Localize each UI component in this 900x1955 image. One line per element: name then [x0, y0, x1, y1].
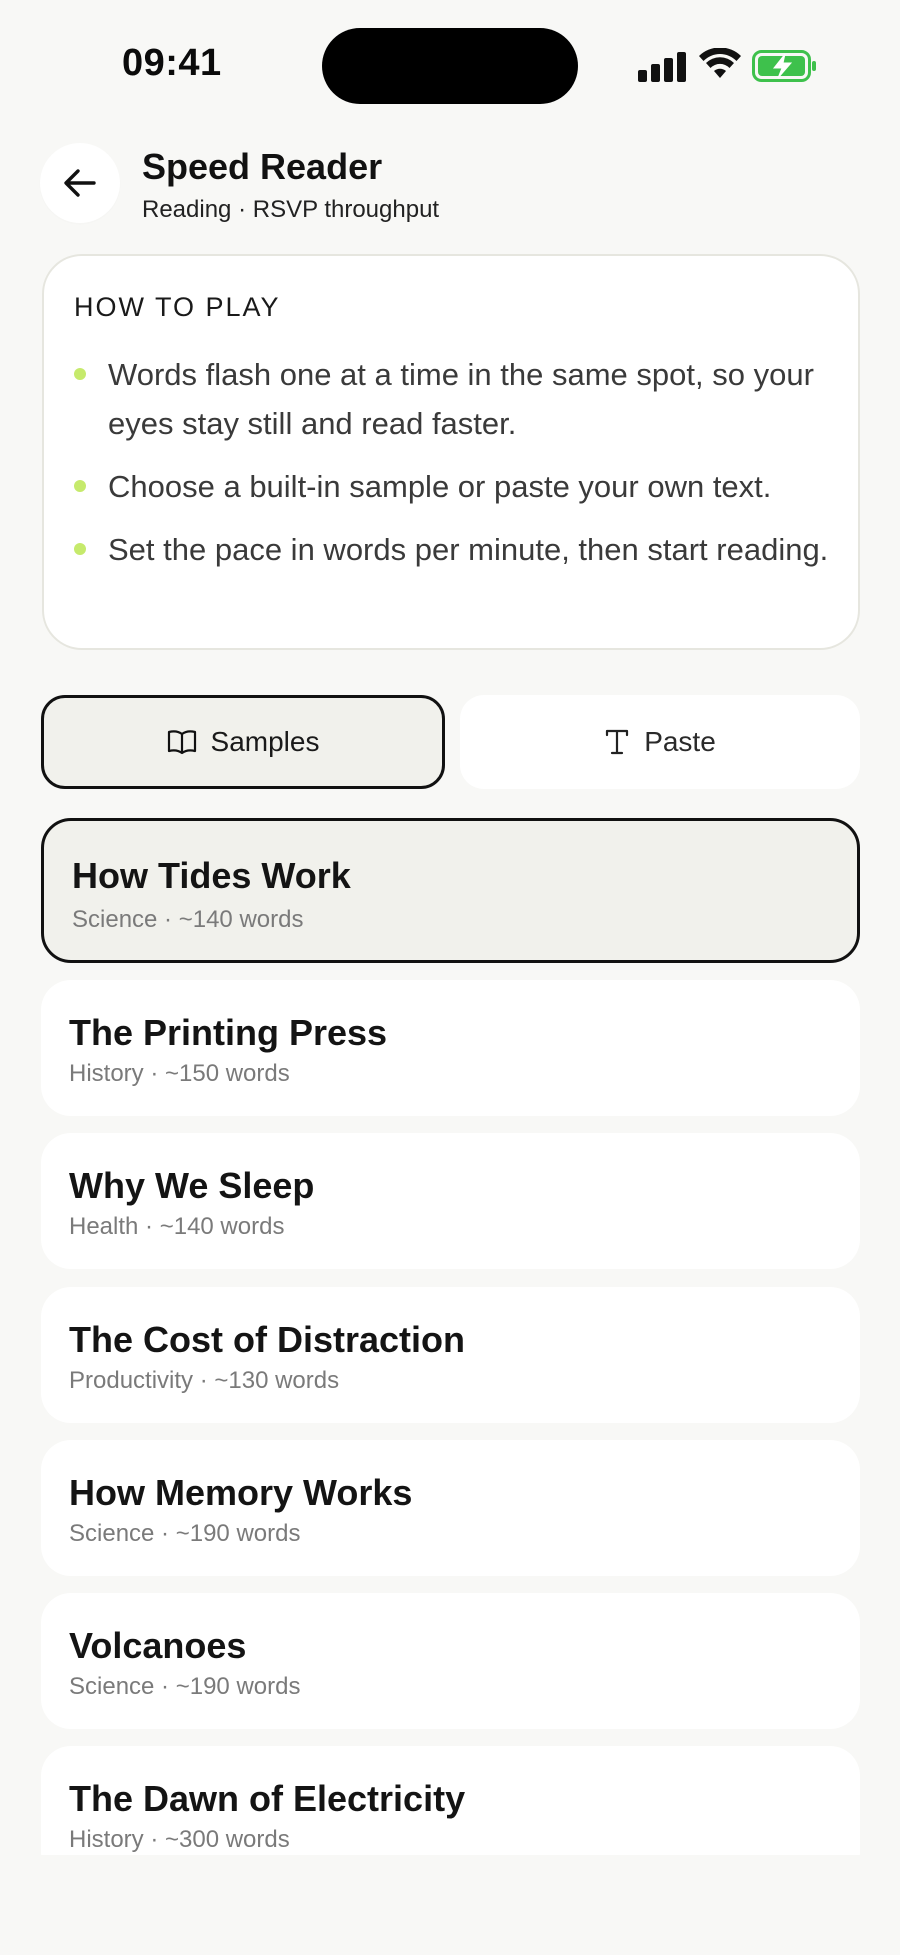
- bullet-dot-icon: [74, 368, 86, 380]
- book-open-icon: [167, 730, 196, 755]
- tab-samples-label: Samples: [210, 726, 320, 757]
- page-title: Speed Reader: [142, 146, 383, 187]
- how-to-play-text: Set the pace in words per minute, then s…: [108, 532, 829, 567]
- speed-reader-screen: 09:41 Speed Reader Reading · RSVP throug…: [0, 0, 900, 1955]
- sample-item-why-we-sleep[interactable]: Why We Sleep Health · ~140 words: [41, 1133, 860, 1269]
- sample-item-how-tides-work[interactable]: How Tides Work Science · ~140 words: [41, 818, 860, 963]
- sample-meta: Science · ~190 words: [69, 1673, 301, 1700]
- how-to-play-list: Words flash one at a time in the same sp…: [74, 350, 844, 588]
- bullet-dot-icon: [74, 480, 86, 492]
- how-to-play-item: Set the pace in words per minute, then s…: [74, 525, 844, 574]
- cellular-signal-icon: [638, 52, 686, 82]
- sample-meta: Science · ~190 words: [69, 1520, 301, 1547]
- how-to-play-text: Words flash one at a time in the same sp…: [108, 357, 814, 441]
- sample-item-how-memory-works[interactable]: How Memory Works Science · ~190 words: [41, 1440, 860, 1576]
- tab-paste[interactable]: Paste: [460, 695, 860, 789]
- scroll-clip-area: [0, 1855, 900, 1955]
- sample-meta: History · ~300 words: [69, 1826, 290, 1853]
- sample-title: How Tides Work: [72, 855, 351, 896]
- tab-paste-label: Paste: [644, 726, 716, 757]
- battery-charging-icon: [752, 50, 816, 82]
- status-bar: 09:41: [0, 0, 900, 130]
- bullet-dot-icon: [74, 543, 86, 555]
- how-to-play-text: Choose a built-in sample or paste your o…: [108, 469, 772, 504]
- sample-item-the-printing-press[interactable]: The Printing Press History · ~150 words: [41, 980, 860, 1116]
- sample-title: How Memory Works: [69, 1472, 413, 1513]
- page-subtitle: Reading · RSVP throughput: [142, 196, 440, 223]
- sample-item-the-cost-of-distraction[interactable]: The Cost of Distraction Productivity · ~…: [41, 1287, 860, 1423]
- sample-title: Why We Sleep: [69, 1165, 315, 1206]
- sample-title: The Printing Press: [69, 1012, 388, 1053]
- how-to-play-item: Words flash one at a time in the same sp…: [74, 350, 844, 448]
- how-to-play-card: HOW TO PLAY Words flash one at a time in…: [42, 254, 860, 650]
- wifi-icon: [699, 48, 741, 78]
- sample-title: Volcanoes: [69, 1625, 247, 1666]
- tab-samples[interactable]: Samples: [41, 695, 445, 789]
- back-button[interactable]: [40, 143, 120, 223]
- sample-title: The Cost of Distraction: [69, 1319, 466, 1360]
- sample-meta: Health · ~140 words: [69, 1213, 285, 1240]
- sample-meta: Productivity · ~130 words: [69, 1367, 340, 1394]
- sample-meta: History · ~150 words: [69, 1060, 290, 1087]
- sample-item-volcanoes[interactable]: Volcanoes Science · ~190 words: [41, 1593, 860, 1729]
- dynamic-island: [322, 28, 578, 104]
- sample-meta: Science · ~140 words: [72, 906, 304, 933]
- status-time: 09:41: [122, 42, 222, 84]
- how-to-play-item: Choose a built-in sample or paste your o…: [74, 462, 844, 511]
- how-to-play-heading: HOW TO PLAY: [74, 292, 281, 322]
- sample-title: The Dawn of Electricity: [69, 1778, 466, 1819]
- arrow-left-icon: [64, 169, 96, 197]
- text-type-icon: [606, 729, 629, 755]
